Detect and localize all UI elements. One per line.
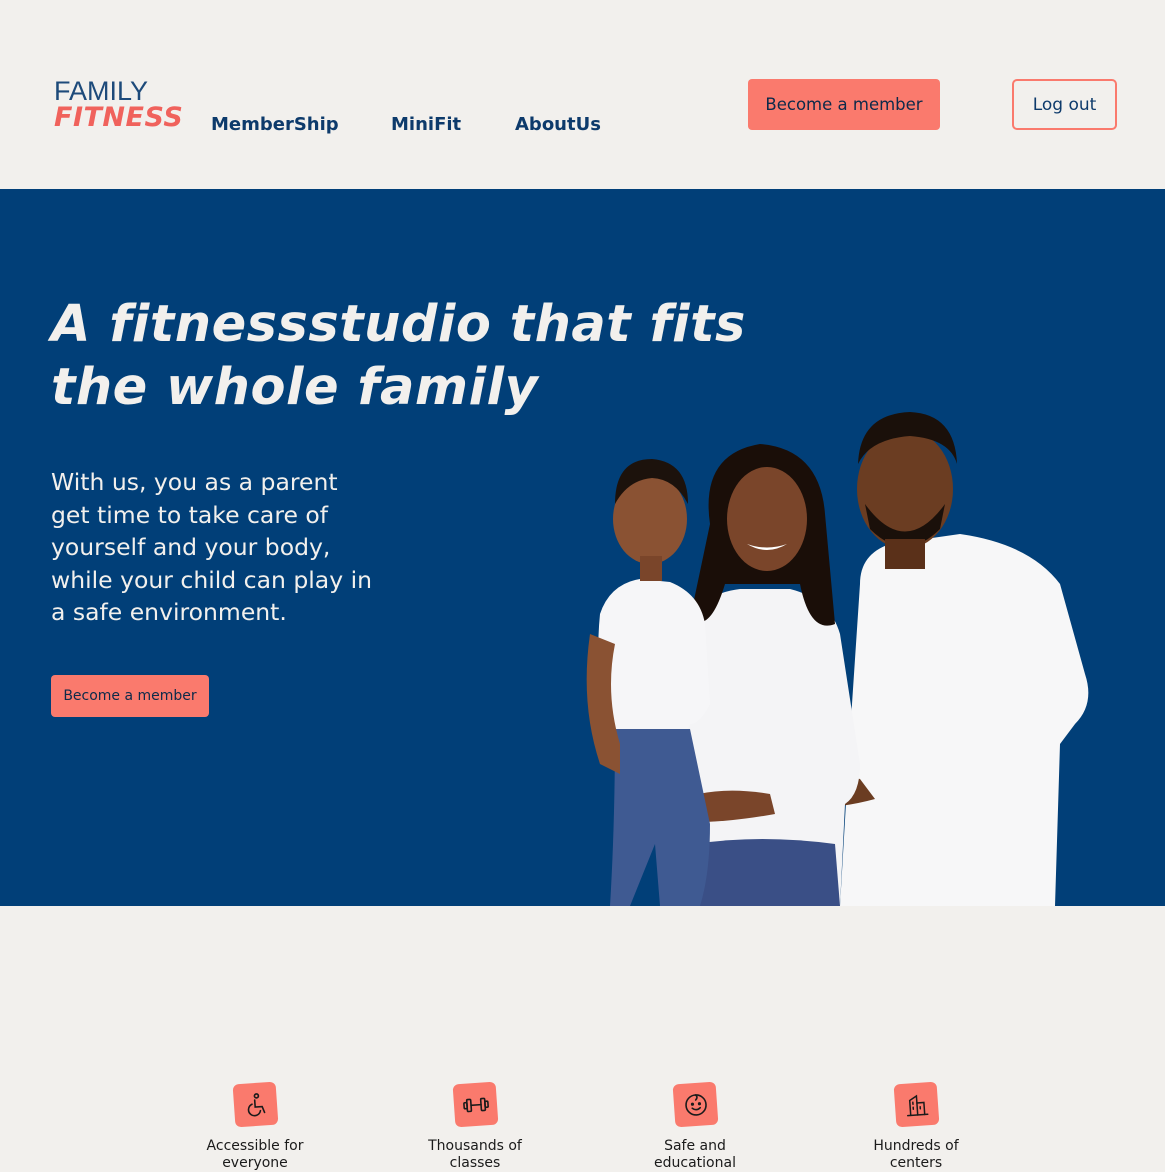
child-figure xyxy=(587,459,710,906)
nav-membership[interactable]: MemberShip xyxy=(211,114,339,135)
wheelchair-icon xyxy=(232,1082,278,1128)
feature-accessible: Accessible for everyone xyxy=(190,1083,320,1172)
feature-classes: Thousands of classes xyxy=(410,1083,540,1172)
child-face-icon xyxy=(672,1082,718,1128)
feature-safe: Safe and educational xyxy=(630,1083,760,1172)
building-icon xyxy=(893,1082,939,1128)
family-photo xyxy=(560,404,1120,906)
feature-label: Thousands of classes xyxy=(410,1138,540,1172)
feature-label: Accessible for everyone xyxy=(190,1138,320,1172)
hero-description: With us, you as a parent get time to tak… xyxy=(51,466,381,629)
feature-label: Hundreds of centers xyxy=(851,1138,981,1172)
become-member-button[interactable]: Become a member xyxy=(748,79,940,130)
nav-about-us[interactable]: AboutUs xyxy=(515,114,601,135)
feature-label: Safe and educational xyxy=(630,1138,760,1172)
logo[interactable]: FAMILY FITNESS xyxy=(54,78,183,132)
logo-family-text: FAMILY xyxy=(54,78,183,104)
hero-section: A fitnessstudio that fits the whole fami… xyxy=(0,189,1165,906)
dumbbell-icon xyxy=(452,1082,498,1128)
hero-become-member-button[interactable]: Become a member xyxy=(51,675,209,717)
site-header: FAMILY FITNESS MemberShip MiniFit AboutU… xyxy=(0,0,1165,189)
logo-fitness-text: FITNESS xyxy=(54,104,183,132)
hero-title: A fitnessstudio that fits the whole fami… xyxy=(51,293,751,419)
feature-centers: Hundreds of centers xyxy=(851,1083,981,1172)
log-out-button[interactable]: Log out xyxy=(1012,79,1117,130)
nav-minifit[interactable]: MiniFit xyxy=(391,114,461,135)
